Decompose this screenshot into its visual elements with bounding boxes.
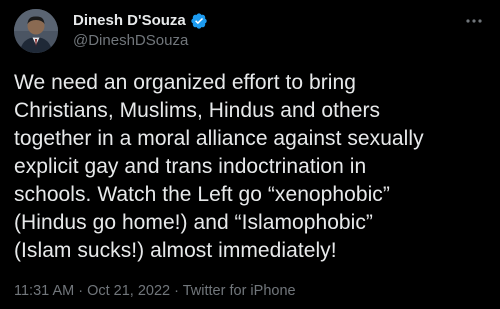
tweet: Dinesh D'Souza @DineshDSouza We need an … — [0, 0, 500, 309]
tweet-source[interactable]: Twitter for iPhone — [183, 283, 296, 299]
tweet-text: We need an organized effort to bring Chr… — [14, 71, 424, 262]
tweet-header: Dinesh D'Souza @DineshDSouza — [14, 7, 486, 55]
author-handle[interactable]: @DineshDSouza — [73, 32, 208, 50]
name-row: Dinesh D'Souza — [73, 12, 208, 30]
display-name[interactable]: Dinesh D'Souza — [73, 12, 186, 30]
more-options-icon[interactable] — [462, 11, 486, 31]
meta-separator: · — [170, 283, 183, 299]
tweet-meta: 11:31 AM · Oct 21, 2022 · Twitter for iP… — [14, 283, 296, 299]
meta-separator: · — [74, 283, 88, 299]
tweet-date[interactable]: Oct 21, 2022 — [87, 283, 170, 299]
author-names: Dinesh D'Souza @DineshDSouza — [73, 12, 208, 50]
verified-badge-icon — [190, 12, 208, 30]
avatar[interactable] — [14, 9, 58, 53]
tweet-time[interactable]: 11:31 AM — [14, 283, 74, 299]
